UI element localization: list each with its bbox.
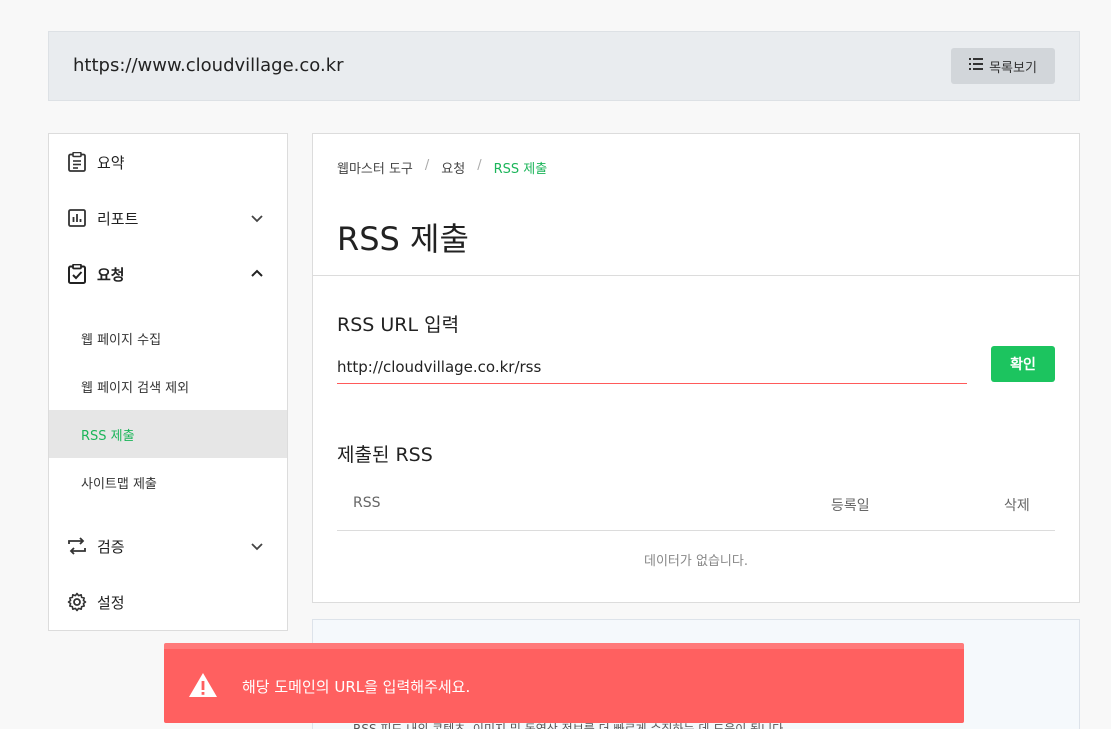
sidebar-item-request[interactable]: 요청	[49, 246, 287, 302]
site-url: https://www.cloudvillage.co.kr	[73, 55, 344, 76]
breadcrumb-webmaster-tools[interactable]: 웹마스터 도구	[337, 158, 413, 177]
column-header-date: 등록일	[831, 498, 870, 514]
rss-url-input[interactable]	[337, 350, 967, 384]
breadcrumb-separator: /	[477, 158, 482, 173]
list-view-button[interactable]: 목록보기	[951, 48, 1055, 84]
sidebar-item-label: 검증	[97, 537, 125, 556]
sidebar-subitem-label: 사이트맵 제출	[81, 476, 157, 492]
divider	[313, 275, 1079, 276]
breadcrumb: 웹마스터 도구 / 요청 / RSS 제출	[337, 158, 547, 177]
sidebar-item-label: 요청	[97, 265, 125, 284]
sidebar-subitem-rss-submit[interactable]: RSS 제출	[49, 410, 287, 458]
sidebar-subitem-label: 웹 페이지 수집	[81, 332, 162, 348]
warning-icon	[188, 672, 218, 700]
sidebar-item-label: 요약	[97, 153, 125, 172]
gear-icon	[67, 592, 87, 612]
sidebar-subitem-label: RSS 제출	[81, 428, 135, 444]
list-icon	[969, 58, 984, 74]
sidebar-subitem-sitemap-submit[interactable]: 사이트맵 제출	[49, 458, 287, 506]
chevron-down-icon	[247, 536, 267, 556]
breadcrumb-request[interactable]: 요청	[441, 158, 465, 177]
sidebar: 요약 리포트 요청 웹 페이지 수집 웹 페이지 검색 제외 RSS 제출 사이…	[48, 133, 288, 631]
site-header-bar: https://www.cloudvillage.co.kr 목록보기	[48, 31, 1080, 101]
sidebar-subitem-web-page-collect[interactable]: 웹 페이지 수집	[49, 314, 287, 362]
bar-chart-icon	[67, 208, 87, 228]
toast-message: 해당 도메인의 URL을 입력해주세요.	[242, 677, 471, 696]
list-view-label: 목록보기	[989, 60, 1037, 76]
rss-table-header: RSS 등록일 삭제	[337, 477, 1055, 531]
column-header-rss: RSS	[353, 495, 381, 511]
rss-url-section-title: RSS URL 입력	[337, 314, 460, 336]
clipboard-check-icon	[67, 264, 87, 284]
sidebar-item-settings[interactable]: 설정	[49, 574, 287, 630]
sidebar-item-report[interactable]: 리포트	[49, 190, 287, 246]
repeat-arrows-icon	[67, 536, 87, 556]
chevron-down-icon	[247, 208, 267, 228]
sidebar-subitem-web-page-exclude[interactable]: 웹 페이지 검색 제외	[49, 362, 287, 410]
submitted-rss-title: 제출된 RSS	[337, 444, 433, 466]
breadcrumb-separator: /	[424, 158, 430, 173]
chevron-up-icon	[247, 264, 267, 284]
sidebar-item-summary[interactable]: 요약	[49, 134, 287, 190]
sidebar-item-label: 설정	[97, 593, 125, 612]
confirm-button[interactable]: 확인	[991, 346, 1055, 382]
page-title: RSS 제출	[337, 220, 469, 258]
sidebar-subitem-label: 웹 페이지 검색 제외	[81, 380, 190, 396]
empty-table-message: 데이터가 없습니다.	[644, 554, 748, 569]
main-panel: 웹마스터 도구 / 요청 / RSS 제출 RSS 제출 RSS URL 입력 …	[312, 133, 1080, 603]
column-header-delete: 삭제	[1004, 498, 1030, 514]
sidebar-item-label: 리포트	[97, 209, 139, 228]
error-toast[interactable]: 해당 도메인의 URL을 입력해주세요.	[164, 643, 964, 723]
sidebar-item-verify[interactable]: 검증	[49, 518, 287, 574]
clipboard-icon	[67, 152, 87, 172]
breadcrumb-current: RSS 제출	[493, 162, 548, 177]
